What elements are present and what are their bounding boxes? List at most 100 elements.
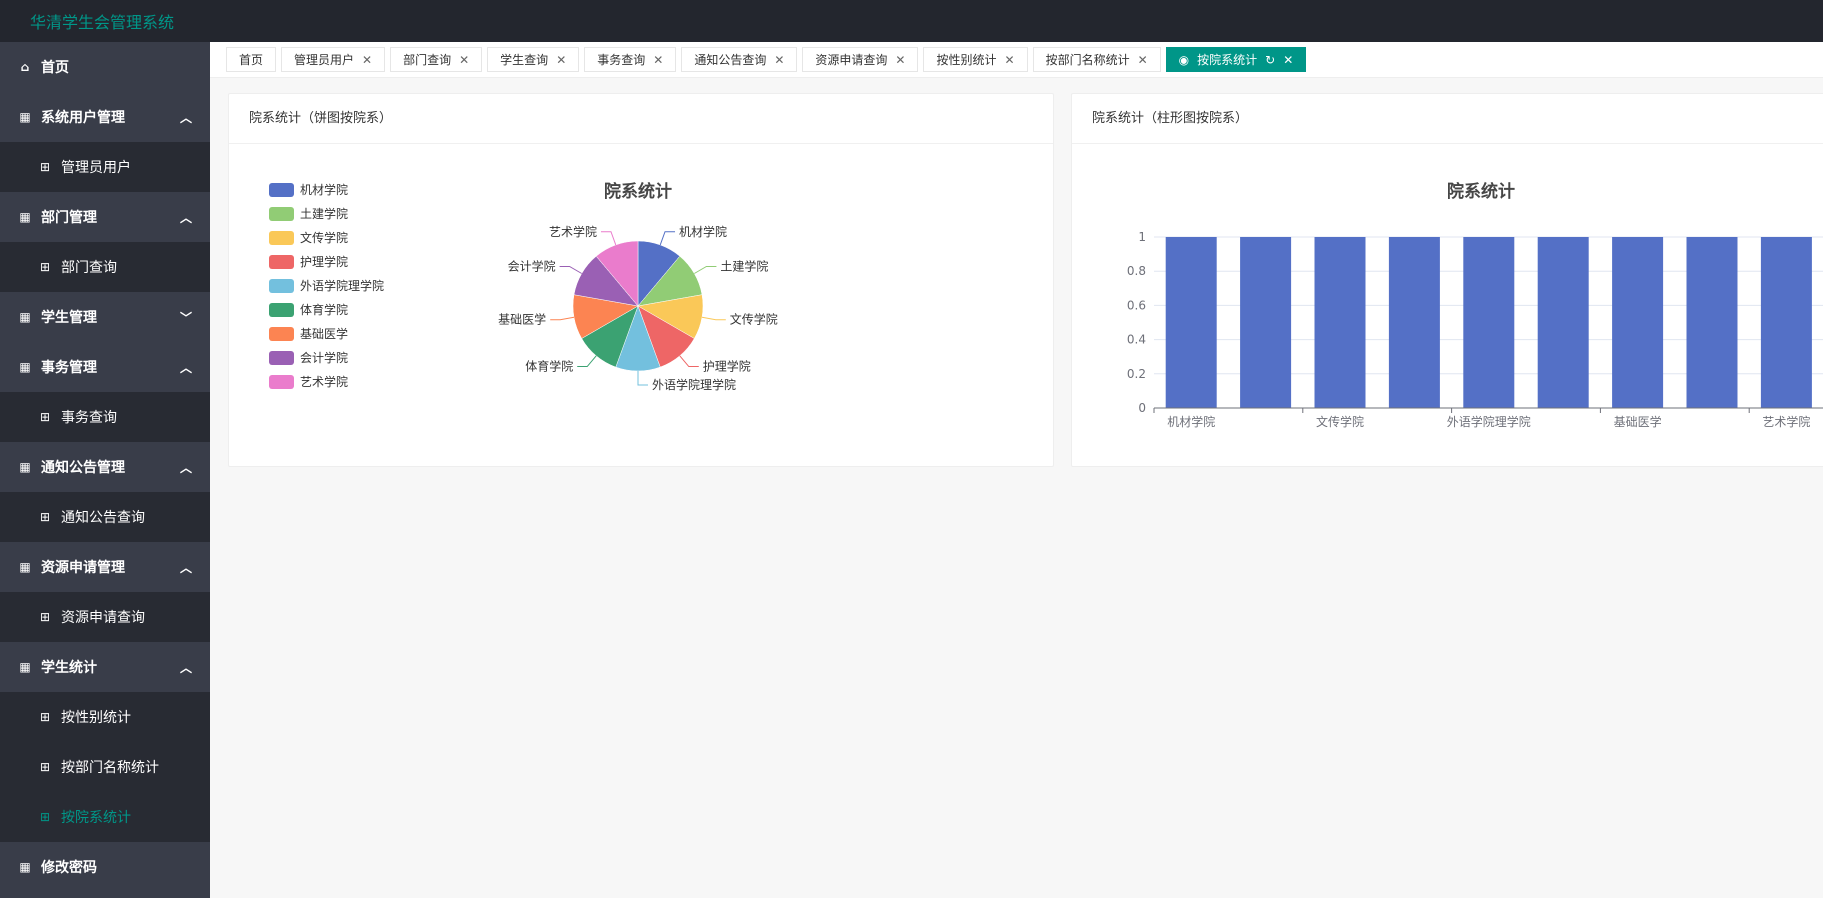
bar[interactable]: [1686, 237, 1738, 408]
apps-icon: ⊞: [39, 610, 51, 624]
close-icon[interactable]: ✕: [459, 53, 469, 67]
slice-label: 艺术学院: [549, 224, 597, 239]
sidebar-item[interactable]: ▦ 系统用户管理 ︿: [0, 92, 210, 142]
close-icon[interactable]: ✕: [556, 53, 566, 67]
apps-icon: ⊞: [39, 160, 51, 174]
bar[interactable]: [1314, 237, 1366, 408]
x-tick-label: 艺术学院: [1762, 414, 1810, 429]
refresh-icon[interactable]: ↻: [1265, 53, 1275, 67]
chevron-up-icon: ︿: [179, 560, 192, 575]
tab[interactable]: 学生查询 ✕: [487, 47, 580, 72]
sidebar-item-label: 部门查询: [61, 260, 117, 276]
sidebar-item[interactable]: ▦ 事务管理 ︿: [0, 342, 210, 392]
sidebar-item-label: 管理员用户: [61, 160, 131, 176]
tab[interactable]: 按性别统计 ✕: [923, 47, 1028, 72]
apps-icon: ⊞: [39, 510, 51, 524]
sidebar-item-label: 资源申请查询: [61, 610, 145, 626]
label-line: [659, 231, 676, 246]
app-logo[interactable]: 华清学生会管理系统: [30, 9, 174, 33]
sidebar-item-label: 学生统计: [41, 660, 97, 676]
apps-icon: ⊞: [39, 260, 51, 274]
x-tick-label: 基础医学: [1614, 414, 1662, 429]
tab-label: 部门查询: [403, 53, 452, 67]
sidebar-item[interactable]: ⊞ 事务查询: [0, 392, 210, 442]
sidebar-item[interactable]: ⊞ 按性别统计: [0, 692, 210, 742]
sidebar-item[interactable]: ⊞ 管理员用户: [0, 142, 210, 192]
grid-icon: ▦: [19, 660, 31, 674]
slice-label: 基础医学: [498, 312, 546, 327]
x-tick-label: 机材学院: [1167, 414, 1215, 429]
grid-icon: ▦: [19, 360, 31, 374]
bar[interactable]: [1165, 237, 1217, 408]
y-tick-label: 0.2: [1127, 367, 1146, 381]
sidebar-item-label: 事务查询: [61, 410, 117, 426]
tab[interactable]: ◉ 按院系统计 ↻ ✕: [1165, 47, 1307, 72]
chevron-down-icon: ﹀: [179, 310, 192, 325]
sidebar-item[interactable]: ▦ 学生统计 ︿: [0, 642, 210, 692]
tab[interactable]: 通知公告查询 ✕: [681, 47, 798, 72]
bar[interactable]: [1612, 237, 1664, 408]
slice-label: 体育学院: [525, 359, 573, 374]
tab[interactable]: 资源申请查询 ✕: [802, 47, 919, 72]
bar[interactable]: [1760, 237, 1812, 408]
label-line: [637, 371, 648, 386]
sidebar-item[interactable]: ▦ 修改密码: [0, 842, 210, 892]
tab-label: 按部门名称统计: [1045, 53, 1130, 67]
sidebar-item[interactable]: ▦ 学生管理 ﹀: [0, 292, 210, 342]
sidebar-item[interactable]: ⊞ 部门查询: [0, 242, 210, 292]
sidebar-item[interactable]: ⊞ 通知公告查询: [0, 492, 210, 542]
chevron-up-icon: ︿: [179, 460, 192, 475]
sidebar-item-label: 按性别统计: [61, 710, 131, 726]
grid-icon: ▦: [19, 310, 31, 324]
bar-chart-card: 院系统计（柱形图按院系） 院系统计 0 0.2 0.4 0.6 0.8 1 机材学院 文传学院…: [1071, 93, 1823, 467]
close-icon[interactable]: ✕: [362, 53, 372, 67]
bar[interactable]: [1463, 237, 1515, 408]
y-tick-label: 0: [1138, 401, 1146, 415]
label-line: [577, 355, 597, 368]
sidebar-item[interactable]: ⊞ 按部门名称统计: [0, 742, 210, 792]
sidebar-item-label: 首页: [41, 60, 69, 76]
close-icon[interactable]: ✕: [1283, 53, 1293, 67]
tab[interactable]: 事务查询 ✕: [584, 47, 677, 72]
close-icon[interactable]: ✕: [774, 53, 784, 67]
pie-chart-card: 院系统计（饼图按院系） 院系统计 机材学院 土建学院 文传学院 护理学院 外语学院理学院…: [228, 93, 1054, 467]
sidebar-item-label: 部门管理: [41, 210, 97, 226]
tab[interactable]: 管理员用户 ✕: [281, 47, 386, 72]
tab[interactable]: 部门查询 ✕: [390, 47, 483, 72]
tab[interactable]: 首页: [226, 47, 277, 72]
label-line: [550, 316, 575, 321]
grid-icon: ▦: [19, 110, 31, 124]
sidebar-item[interactable]: ▦ 资源申请管理 ︿: [0, 542, 210, 592]
sidebar-item[interactable]: ⊞ 资源申请查询: [0, 592, 210, 642]
sidebar-item-label: 按院系统计: [61, 810, 131, 826]
x-tick-label: 外语学院理学院: [1447, 414, 1531, 429]
sidebar-item[interactable]: ▦ 通知公告管理 ︿: [0, 442, 210, 492]
sidebar-item[interactable]: ⊞ 按院系统计: [0, 792, 210, 842]
slice-label: 护理学院: [703, 359, 751, 374]
label-line: [694, 266, 717, 274]
bar[interactable]: [1537, 237, 1589, 408]
close-icon[interactable]: ✕: [1005, 53, 1015, 67]
sidebar-item-label: 按部门名称统计: [61, 760, 159, 776]
slice-label: 会计学院: [508, 259, 556, 274]
tab-label: 管理员用户: [294, 53, 355, 67]
bar[interactable]: [1388, 237, 1440, 408]
pie-chart: 机材学院土建学院文传学院护理学院外语学院理学院 体育学院 基础医学 会计学院 艺术学院: [498, 224, 778, 392]
bar[interactable]: [1240, 237, 1292, 408]
close-icon[interactable]: ✕: [895, 53, 905, 67]
y-tick-label: 0.8: [1127, 264, 1146, 278]
home-icon: ⌂: [20, 60, 30, 74]
grid-icon: ▦: [19, 860, 31, 874]
y-tick-label: 0.6: [1127, 298, 1146, 312]
tab[interactable]: 按部门名称统计 ✕: [1032, 47, 1161, 72]
sidebar-item-label: 系统用户管理: [41, 110, 125, 126]
slice-label: 机材学院: [679, 224, 727, 239]
tab-label: 学生查询: [500, 53, 549, 67]
chevron-up-icon: ︿: [179, 110, 192, 125]
sidebar-item[interactable]: ⌂ 首页: [0, 42, 210, 92]
close-icon[interactable]: ✕: [1138, 53, 1148, 67]
slice-label: 文传学院: [730, 312, 778, 327]
sidebar-item[interactable]: ▦ 部门管理 ︿: [0, 192, 210, 242]
tab-label: 资源申请查询: [815, 53, 888, 67]
close-icon[interactable]: ✕: [653, 53, 663, 67]
